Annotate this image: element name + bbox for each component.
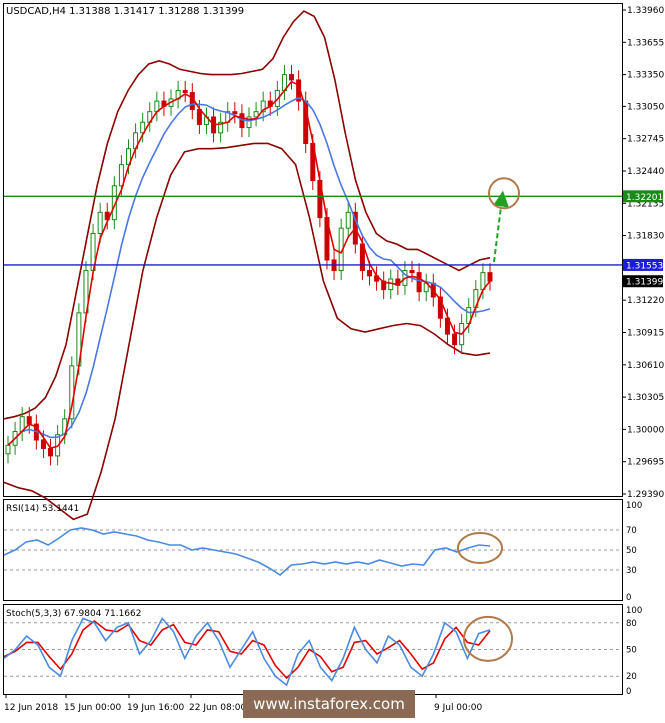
stoch-axis-label: 80 (626, 619, 637, 629)
bearish-candle (48, 447, 54, 457)
bullish-candle (345, 211, 351, 229)
price-axis-tick-label: 1.30000 (627, 425, 664, 435)
stoch-axis-label: 20 (626, 672, 637, 682)
stoch-axis-label: 100 (626, 606, 642, 616)
price-level-label: 1.32201 (626, 193, 663, 203)
bearish-candle (182, 89, 188, 94)
bearish-candle (452, 333, 458, 346)
x-axis-label: 22 Jun 08:00 (189, 703, 246, 713)
bearish-candle (196, 109, 202, 125)
price-axis-tick-label: 1.30610 (627, 361, 664, 371)
x-axis-label: 12 Jun 2018 (4, 703, 58, 713)
price-axis-tick-label: 1.33350 (627, 71, 664, 81)
bearish-candle (289, 74, 295, 81)
price-axis-tick-label: 1.33960 (627, 6, 664, 16)
price-axis-tick-label: 1.33655 (627, 38, 664, 48)
price-axis-tick-label: 1.29390 (627, 490, 664, 500)
rsi-panel-title: RSI(14) 53.1441 (6, 504, 79, 514)
x-axis-label: 19 Jun 16:00 (127, 703, 184, 713)
bullish-candle (5, 444, 11, 455)
stoch-panel-title: Stoch(5,3,3) 67.9804 71.1662 (6, 609, 141, 619)
usdcad-h4-chart: 1.33960 1.33655 1.33350 1.33050 1.32745 1.324… (0, 0, 665, 719)
bearish-candle (487, 272, 493, 282)
price-panel-title: USDCAD,H4 1.31388 1.31417 1.31288 1.3139… (6, 6, 244, 17)
rsi-axis-label: 70 (626, 526, 637, 536)
price-axis-tick-label: 1.29695 (627, 458, 664, 468)
watermark-text: www.instaforex.com (253, 695, 405, 713)
rsi-axis-label: 50 (626, 546, 637, 556)
rsi-axis-label: 100 (626, 501, 642, 511)
price-axis-tick-label: 1.30915 (627, 328, 664, 338)
stoch-axis-label: 0 (626, 687, 631, 697)
price-level-label: 1.31553 (626, 261, 663, 271)
bearish-candle (409, 270, 415, 274)
bearish-candle (40, 439, 46, 449)
bearish-candle (26, 416, 32, 425)
bullish-candle (97, 211, 103, 234)
price-axis-tick-label: 1.31830 (627, 232, 664, 242)
rsi-axis-label: 0 (626, 593, 631, 603)
x-axis-label: 15 Jun 00:00 (64, 703, 121, 713)
price-axis-tick-label: 1.31220 (627, 296, 664, 306)
price-level-label: 1.31399 (626, 278, 663, 288)
bearish-candle (232, 111, 238, 115)
price-axis-tick-label: 1.32440 (627, 167, 664, 177)
price-axis-tick-label: 1.32745 (627, 135, 664, 145)
chart-canvas: 1.33960 1.33655 1.33350 1.33050 1.32745 1.324… (3, 3, 664, 718)
price-axis-tick-label: 1.30305 (627, 393, 664, 403)
stoch-axis-label: 50 (626, 646, 637, 656)
rsi-axis-label: 30 (626, 566, 637, 576)
price-axis-tick-label: 1.33050 (627, 102, 664, 112)
bearish-candle (367, 270, 372, 277)
bearish-candle (416, 272, 422, 293)
price-panel-frame (3, 3, 623, 497)
x-axis-label: 9 Jul 00:00 (434, 703, 483, 713)
